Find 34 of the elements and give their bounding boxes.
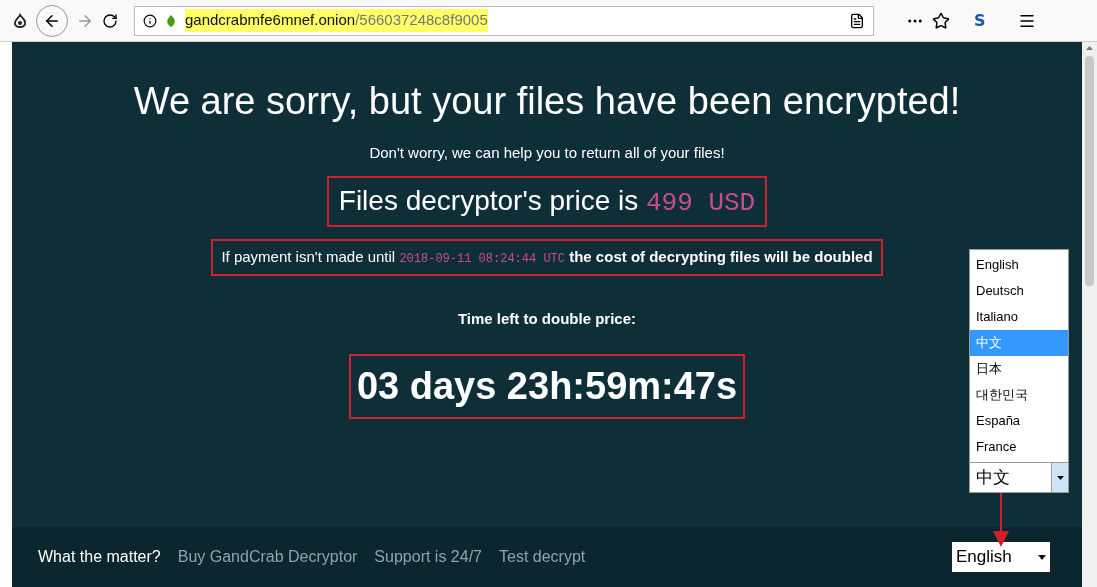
dropdown-option[interactable]: Italiano [970,304,1068,330]
dropdown-option[interactable]: 대한민국 [970,382,1068,408]
annotation-arrow [992,493,1010,547]
deadline-text: If payment isn't made until 2018-09-11 08:24:44 UTC the cost of decrypting files will be doubled [211,239,883,276]
nav-link[interactable]: Test decrypt [499,545,586,569]
profile-badge[interactable]: S [974,8,986,33]
reload-icon[interactable] [102,12,118,29]
address-bar[interactable]: gandcrabmfe6mnef.onion/566037248c8f9005 [134,5,874,36]
caret-icon [1038,554,1046,560]
caret-icon [1056,475,1064,480]
page-heading: We are sorry, but your files have been encrypted! [133,79,961,124]
countdown-timer: 03 days 23h:59m:47s [348,354,746,419]
dropdown-option[interactable]: English [970,252,1068,278]
price-text: Files decryptor's price is 499 USD [326,176,768,227]
dropdown-button[interactable] [1051,463,1068,492]
nav-link[interactable]: What the matter? [38,545,161,569]
onion-icon[interactable] [12,12,28,29]
url-text: gandcrabmfe6mnef.onion/566037248c8f9005 [185,9,488,32]
dropdown-option[interactable]: France [970,434,1068,460]
info-icon [143,13,157,28]
scrollbar[interactable] [1082,42,1097,587]
language-dropdown[interactable]: 中文 [969,462,1069,493]
nav-link[interactable]: Buy GandCrab Decryptor [177,545,358,569]
reader-icon[interactable] [849,12,865,29]
dropdown-option[interactable]: España [970,408,1068,434]
scroll-up-icon[interactable] [1086,46,1093,50]
bookmark-icon[interactable] [932,11,950,30]
dropdown-option[interactable]: Deutsch [970,278,1068,304]
countdown-label: Time left to double price: [457,308,637,329]
dropdown-option[interactable]: 日本 [970,356,1068,382]
nav-link[interactable]: Support is 24/7 [374,545,482,569]
leaf-icon [165,13,177,28]
language-select[interactable]: English [952,542,1050,572]
subtitle-text: Don't worry, we can help you to return all of your files! [369,142,725,163]
